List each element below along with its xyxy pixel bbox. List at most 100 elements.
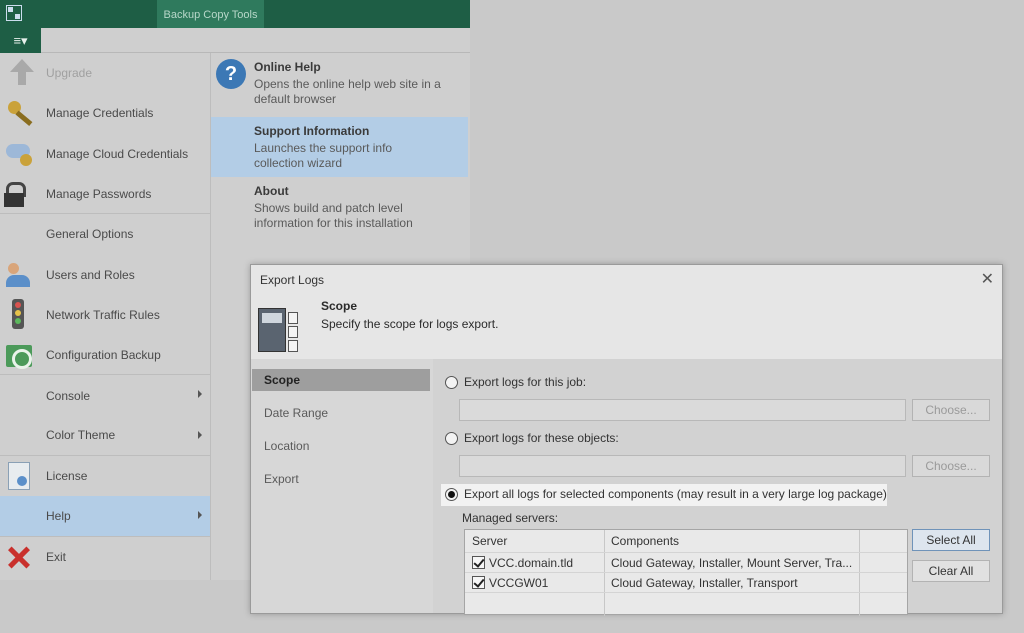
radio-export-all-label: Export all logs for selected components … <box>464 487 887 501</box>
traffic-light-icon <box>0 295 46 335</box>
blank-icon <box>0 415 46 455</box>
step-title: Scope <box>321 299 358 313</box>
title-bar: Backup Copy Tools <box>0 0 470 28</box>
column-header-server[interactable]: Server <box>472 534 507 548</box>
radio-export-job-label: Export logs for this job: <box>464 375 587 389</box>
radio-export-all[interactable] <box>445 488 458 501</box>
server-cell: VCC.domain.tld <box>489 556 574 570</box>
ribbon-menu-bar: ≡▾ <box>0 28 470 53</box>
row-checkbox[interactable] <box>472 556 485 569</box>
wizard-step-export[interactable]: Export <box>252 468 430 490</box>
menu-item-users-and-roles[interactable]: Users and Roles <box>0 254 210 294</box>
wizard-step-scope[interactable]: Scope <box>252 369 430 391</box>
submenu-desc-line: information for this installation <box>254 216 413 230</box>
upgrade-arrow-icon <box>0 53 46 93</box>
key-icon <box>0 93 46 133</box>
submenu-desc-line: default browser <box>254 92 337 106</box>
users-icon <box>0 255 46 295</box>
menu-item-label: Users and Roles <box>46 267 135 282</box>
table-row-empty <box>465 592 907 612</box>
submenu-desc-line: Launches the support info <box>254 141 393 155</box>
close-icon[interactable]: ✕ <box>981 269 994 289</box>
menu-item-color-theme[interactable]: Color Theme <box>0 416 210 456</box>
menu-item-label: Network Traffic Rules <box>46 307 160 322</box>
row-checkbox[interactable] <box>472 576 485 589</box>
components-cell: Cloud Gateway, Installer, Transport <box>611 576 798 590</box>
menu-item-manage-cloud-credentials[interactable]: Manage Cloud Credentials <box>0 134 210 174</box>
tab-backup-copy-tools[interactable]: Backup Copy Tools <box>157 0 264 28</box>
chevron-right-icon <box>198 390 202 399</box>
main-menu-button[interactable]: ≡▾ <box>0 28 41 53</box>
submenu-item-support-information[interactable]: Support Information Launches the support… <box>211 117 468 177</box>
submenu-item-title: Online Help <box>254 60 321 74</box>
main-menu: Upgrade Manage Credentials Manage Cloud … <box>0 53 211 580</box>
choose-objects-button[interactable]: Choose... <box>912 455 990 477</box>
menu-item-help[interactable]: Help <box>0 496 210 537</box>
menu-item-configuration-backup[interactable]: Configuration Backup <box>0 335 210 376</box>
submenu-desc-line: collection wizard <box>254 156 343 170</box>
managed-servers-table: Server Components VCC.domain.tld Cloud G… <box>464 529 908 616</box>
menu-item-label: Console <box>46 388 91 403</box>
clear-all-button[interactable]: Clear All <box>912 560 990 582</box>
menu-item-label: General Options <box>46 227 134 242</box>
menu-item-label: Manage Cloud Credentials <box>46 146 189 161</box>
menu-item-exit[interactable]: Exit <box>0 537 210 577</box>
wizard-step-location[interactable]: Location <box>252 435 430 457</box>
job-input[interactable] <box>459 399 906 421</box>
logs-export-illustration-icon <box>258 308 298 352</box>
menu-item-license[interactable]: License <box>0 456 210 496</box>
submenu-item-about[interactable]: About Shows build and patch level inform… <box>211 177 468 237</box>
dialog-header: Scope Specify the scope for logs export. <box>251 291 1002 359</box>
export-logs-dialog: Export Logs ✕ Scope Specify the scope fo… <box>250 264 1003 616</box>
lock-icon <box>0 174 46 214</box>
menu-item-manage-credentials[interactable]: Manage Credentials <box>0 93 210 133</box>
chevron-right-icon <box>198 430 202 439</box>
menu-item-general-options[interactable]: General Options <box>0 214 210 254</box>
menu-item-label: Upgrade <box>46 66 93 81</box>
column-header-components[interactable]: Components <box>611 534 679 548</box>
submenu-item-title: About <box>254 184 289 198</box>
menu-item-label: Manage Passwords <box>46 186 152 201</box>
menu-item-console[interactable]: Console <box>0 375 210 415</box>
managed-servers-label: Managed servers: <box>462 511 559 525</box>
dialog-title: Export Logs <box>260 273 325 287</box>
submenu-item-description: Launches the support info collection wiz… <box>254 141 458 171</box>
menu-item-label: Help <box>46 508 71 523</box>
table-row[interactable]: VCC.domain.tld Cloud Gateway, Installer,… <box>465 552 907 572</box>
objects-input[interactable] <box>459 455 906 477</box>
chevron-right-icon <box>198 511 202 520</box>
choose-job-button[interactable]: Choose... <box>912 399 990 421</box>
submenu-item-description: Opens the online help web site in a defa… <box>254 77 458 107</box>
menu-item-manage-passwords[interactable]: Manage Passwords <box>0 174 210 215</box>
app-logo-icon <box>6 5 22 21</box>
menu-item-label: Configuration Backup <box>46 347 161 362</box>
cloud-key-icon <box>0 134 46 174</box>
config-backup-icon <box>0 335 46 375</box>
submenu-item-online-help[interactable]: Online Help Opens the online help web si… <box>211 53 468 115</box>
blank-icon <box>0 376 46 416</box>
menu-item-label: Color Theme <box>46 428 116 443</box>
menu-item-network-traffic-rules[interactable]: Network Traffic Rules <box>0 295 210 335</box>
blank-icon <box>0 214 46 254</box>
blank-icon <box>0 496 46 536</box>
submenu-item-description: Shows build and patch level information … <box>254 201 458 231</box>
radio-export-job[interactable] <box>445 376 458 389</box>
menu-item-label: Manage Credentials <box>46 106 154 121</box>
step-subtitle: Specify the scope for logs export. <box>321 317 499 331</box>
radio-export-objects[interactable] <box>445 432 458 445</box>
exit-icon <box>0 537 46 577</box>
server-cell: VCCGW01 <box>489 576 549 590</box>
components-cell: Cloud Gateway, Installer, Mount Server, … <box>611 556 853 570</box>
submenu-desc-line: Shows build and patch level <box>254 201 403 215</box>
menu-item-label: License <box>46 469 88 484</box>
wizard-steps: Scope Date Range Location Export <box>251 359 433 613</box>
license-icon <box>0 456 46 496</box>
help-question-icon: ? <box>216 59 246 89</box>
menu-item-label: Exit <box>46 549 67 564</box>
wizard-step-date-range[interactable]: Date Range <box>252 402 430 424</box>
table-row[interactable]: VCCGW01 Cloud Gateway, Installer, Transp… <box>465 572 907 592</box>
submenu-item-title: Support Information <box>254 124 370 138</box>
select-all-button[interactable]: Select All <box>912 529 990 551</box>
menu-item-upgrade[interactable]: Upgrade <box>0 53 210 93</box>
radio-export-objects-label: Export logs for these objects: <box>464 431 619 445</box>
